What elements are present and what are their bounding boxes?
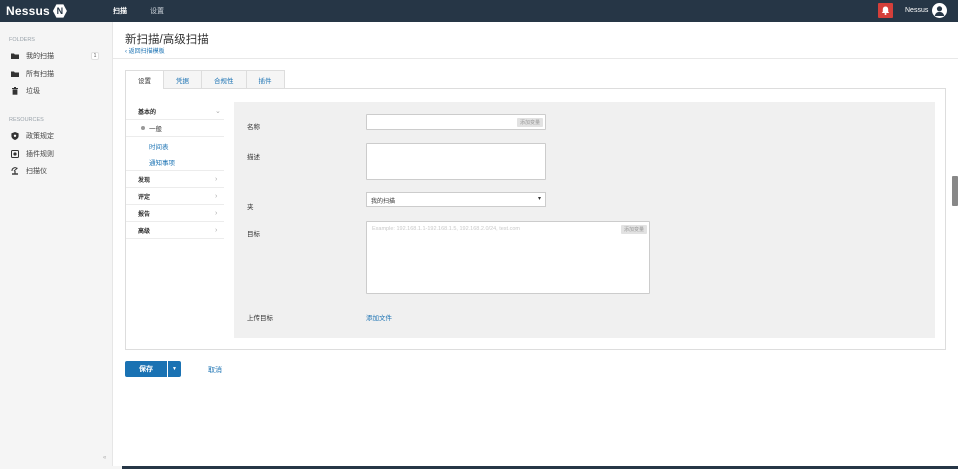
folder-select[interactable]: 我的扫描 ▾	[366, 192, 546, 207]
tab-credentials[interactable]: 凭据	[163, 70, 202, 88]
save-button-group: 保存 ▼	[125, 361, 181, 377]
menu-label: 发现	[138, 177, 151, 184]
menu-section-report[interactable]: 报告 ›	[126, 205, 224, 222]
sidebar: FOLDERS 我的扫描 1 所有扫描 垃圾 RESOURCES 政策规定 插件…	[0, 22, 113, 466]
sidebar-item-policies[interactable]: 政策规定	[0, 129, 112, 142]
cancel-link[interactable]: 取消	[208, 365, 222, 375]
menu-item-notifications[interactable]: 通知事项	[126, 154, 224, 171]
back-to-templates-link[interactable]: ‹ 返回扫描模板	[125, 46, 165, 55]
menu-label: 高级	[138, 228, 151, 235]
back-link-label: 返回扫描模板	[128, 49, 165, 55]
folder-select-value: 我的扫描	[371, 199, 396, 205]
scan-count-badge: 1	[91, 51, 99, 60]
tab-settings[interactable]: 设置	[125, 70, 164, 89]
chevron-right-icon: ›	[215, 226, 218, 234]
top-navbar: Nessus N 扫描 设置 Nessus	[0, 0, 958, 22]
user-avatar[interactable]	[932, 3, 947, 18]
menu-item-general[interactable]: 一般	[126, 120, 224, 137]
chevron-right-icon: ›	[215, 175, 218, 183]
nav-settings[interactable]: 设置	[150, 6, 164, 16]
folder-label: 夹	[247, 204, 254, 211]
sidebar-item-all-scans[interactable]: 所有扫描	[0, 67, 112, 80]
sidebar-section-folders: FOLDERS	[9, 37, 35, 43]
menu-label: 评定	[138, 194, 151, 201]
chevron-right-icon: ›	[215, 209, 218, 217]
trash-icon	[12, 86, 18, 95]
menu-item-schedule[interactable]: 时间表	[126, 137, 224, 154]
sidebar-item-scanners[interactable]: 扫描仪	[0, 164, 112, 177]
folder-icon	[11, 53, 19, 59]
add-variable-button[interactable]: 添加变量	[516, 118, 543, 127]
collapse-sidebar-icon[interactable]: «	[103, 455, 106, 461]
scan-tabs: 设置 凭据 合规性 插件	[125, 70, 285, 89]
caret-down-icon: ▾	[537, 196, 541, 202]
upload-targets-label: 上传目标	[247, 315, 273, 322]
logo-text: Nessus	[6, 4, 50, 18]
current-item-bullet-icon	[141, 126, 145, 130]
sidebar-item-label: 垃圾	[26, 87, 40, 95]
menu-label: 基本的	[138, 109, 157, 116]
nessus-logo[interactable]: Nessus N	[6, 3, 67, 19]
settings-panel: 基本的 ⌄ 一般 时间表 通知事项 发现 › 评定 › 报告 › 高级 › 名称…	[125, 88, 946, 350]
chevron-down-icon: ⌄	[215, 108, 221, 115]
sidebar-item-trash[interactable]: 垃圾	[0, 84, 112, 97]
general-settings-form: 名称 添加变量 描述 夹 我的扫描 ▾ 目标 Example: 192.168.…	[234, 102, 935, 338]
sidebar-item-label: 所有扫描	[26, 70, 54, 78]
add-variable-button[interactable]: 添加变量	[620, 225, 647, 234]
targets-label: 目标	[247, 231, 260, 238]
page-title: 新扫描/高级扫描	[125, 34, 209, 46]
menu-label: 报告	[138, 211, 151, 218]
sidebar-section-resources: RESOURCES	[9, 117, 44, 123]
notifications-button[interactable]	[878, 3, 893, 18]
folder-icon	[11, 71, 19, 77]
sidebar-item-plugin-rules[interactable]: 插件规则	[0, 147, 112, 160]
save-button[interactable]: 保存	[125, 361, 167, 377]
targets-textarea[interactable]: Example: 192.168.1.1-192.168.1.5, 192.16…	[366, 221, 650, 294]
tab-compliance[interactable]: 合规性	[201, 70, 247, 88]
sidebar-item-label: 政策规定	[26, 132, 54, 140]
main-content: 新扫描/高级扫描 ‹ 返回扫描模板 设置 凭据 合规性 插件 基本的 ⌄ 一般 …	[113, 22, 958, 466]
sidebar-item-label: 我的扫描	[26, 52, 54, 60]
menu-section-assessment[interactable]: 评定 ›	[126, 188, 224, 205]
user-icon	[934, 6, 945, 16]
description-label: 描述	[247, 154, 260, 161]
add-file-link[interactable]: 添加文件	[366, 312, 392, 322]
nav-scans[interactable]: 扫描	[113, 6, 127, 16]
menu-item-label: 一般	[149, 126, 162, 133]
scanner-icon	[11, 166, 18, 175]
header-divider	[113, 58, 958, 59]
menu-section-advanced[interactable]: 高级 ›	[126, 222, 224, 239]
description-textarea[interactable]	[366, 143, 546, 180]
sidebar-item-my-scans[interactable]: 我的扫描 1	[0, 49, 112, 62]
name-label: 名称	[247, 124, 260, 131]
shield-icon	[11, 131, 19, 140]
sidebar-item-label: 插件规则	[26, 150, 54, 158]
menu-section-basic[interactable]: 基本的 ⌄	[126, 103, 224, 120]
tab-plugins[interactable]: 插件	[245, 70, 285, 88]
scrollbar-handle[interactable]	[952, 176, 958, 206]
user-name[interactable]: Nessus	[905, 7, 928, 14]
sidebar-item-label: 扫描仪	[26, 167, 47, 175]
menu-section-discovery[interactable]: 发现 ›	[126, 171, 224, 188]
plugin-rules-icon	[11, 149, 19, 158]
bell-icon	[881, 6, 890, 15]
menu-item-label: 时间表	[149, 143, 169, 151]
targets-placeholder: Example: 192.168.1.1-192.168.1.5, 192.16…	[372, 226, 520, 232]
menu-item-label: 通知事项	[149, 160, 175, 167]
logo-badge-icon: N	[52, 4, 67, 18]
name-input[interactable]: 添加变量	[366, 114, 546, 130]
chevron-right-icon: ›	[215, 192, 218, 200]
save-options-caret-icon[interactable]: ▼	[167, 361, 181, 377]
